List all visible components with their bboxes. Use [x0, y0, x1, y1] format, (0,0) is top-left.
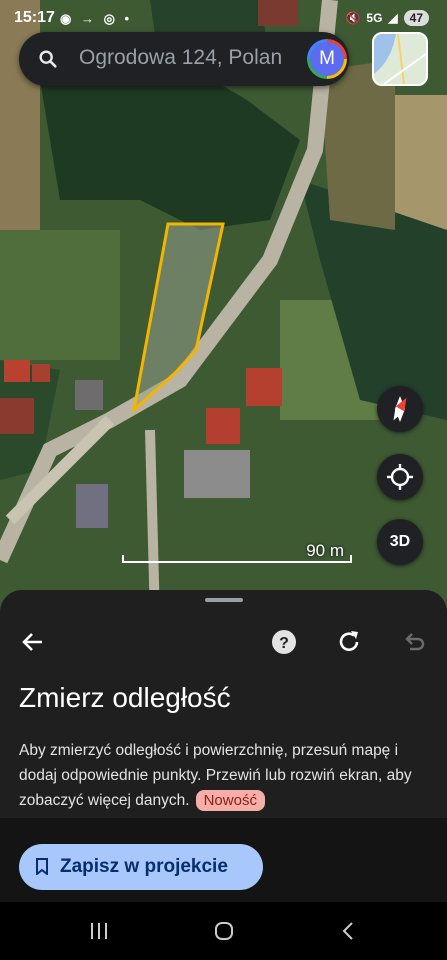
scale-tick-right	[350, 555, 352, 563]
search-input[interactable]: Ogrodowa 124, Polan	[79, 46, 301, 70]
recent-apps-icon[interactable]	[88, 920, 110, 942]
map-imagery	[0, 0, 447, 620]
map-scale: 90 m	[122, 539, 352, 567]
description: Aby zmierzyć odległość i powierzchnię, p…	[19, 738, 431, 813]
refresh-icon[interactable]	[335, 628, 363, 656]
home-icon[interactable]	[213, 920, 235, 942]
undo-icon[interactable]	[400, 628, 428, 656]
map-layer-thumbnail-icon	[374, 34, 426, 84]
search-icon	[39, 50, 57, 68]
layers-button[interactable]	[372, 32, 428, 86]
search-bar[interactable]: Ogrodowa 124, Polan M	[19, 32, 349, 86]
scale-bar	[122, 561, 352, 563]
svg-text:?: ?	[279, 635, 289, 652]
save-to-project-label: Zapisz w projekcie	[60, 856, 228, 877]
scale-label: 90 m	[306, 541, 344, 560]
save-to-project-button[interactable]: Zapisz w projekcie	[19, 844, 263, 890]
new-badge: Nowość	[195, 790, 265, 811]
status-time: 15:17	[14, 9, 55, 26]
page-title: Zmierz odległość	[19, 682, 231, 713]
back-arrow-icon[interactable]	[19, 628, 47, 656]
avatar-letter: M	[310, 42, 344, 76]
status-right-icons: 🔇 5G ◢ 47	[345, 10, 429, 26]
status-notification-icons: ◉ → ◎ •	[60, 11, 133, 26]
nav-back-icon[interactable]	[338, 920, 360, 942]
system-nav-bar	[0, 902, 447, 960]
sheet-footer: Zapisz w projekcie	[0, 818, 447, 902]
signal-label: 5G	[366, 11, 383, 25]
avatar[interactable]: M	[307, 39, 347, 79]
mute-icon: 🔇	[345, 11, 361, 25]
my-location-icon	[387, 464, 413, 490]
3d-button[interactable]: 3D	[377, 519, 423, 565]
battery-badge: 47	[403, 10, 429, 26]
bookmark-icon	[36, 858, 48, 875]
compass-button[interactable]	[377, 386, 423, 432]
compass-icon	[393, 396, 407, 422]
wifi-icon: ◢	[388, 11, 398, 25]
sheet-drag-handle[interactable]	[205, 598, 243, 602]
my-location-button[interactable]	[377, 454, 423, 500]
satellite-map[interactable]	[0, 0, 447, 620]
help-icon[interactable]: ?	[270, 628, 298, 656]
